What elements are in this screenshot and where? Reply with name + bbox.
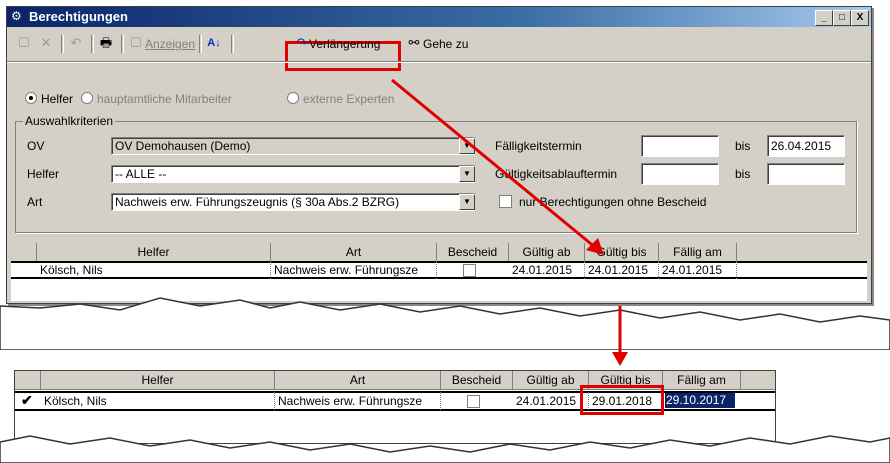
annotation-arrows — [391, 78, 628, 366]
